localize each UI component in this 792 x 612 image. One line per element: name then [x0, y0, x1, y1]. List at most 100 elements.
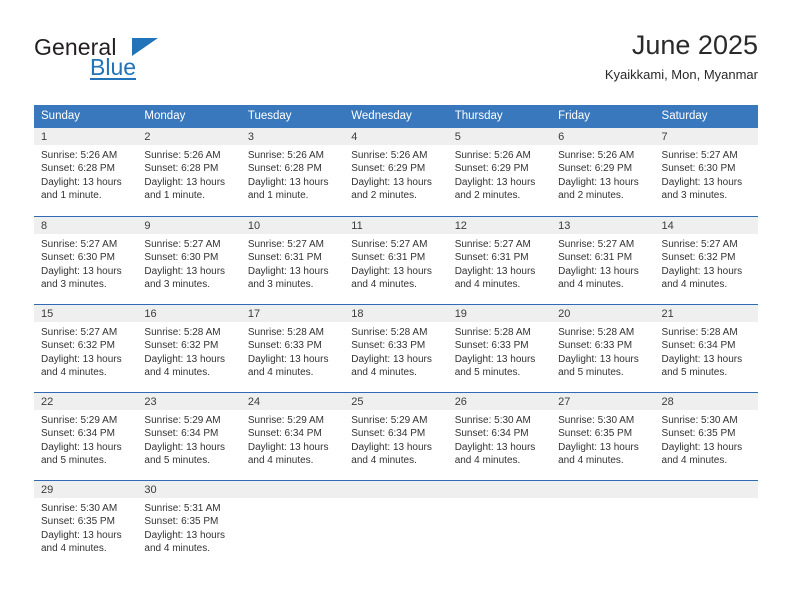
sunrise-text: Sunrise: 5:30 AM [661, 415, 738, 426]
calendar-day-cell-4[interactable]: 4 Sunrise: 5:26 AM Sunset: 6:29 PM Dayli… [344, 128, 448, 216]
sunset-text: Sunset: 6:35 PM [144, 516, 219, 528]
sunrise-text: Sunrise: 5:29 AM [247, 415, 324, 426]
calendar-day-cell-3[interactable]: 3 Sunrise: 5:26 AM Sunset: 6:28 PM Dayli… [240, 128, 345, 216]
calendar-day-cell-29[interactable]: 29 Sunrise: 5:30 AM Sunset: 6:35 PM Dayl… [34, 481, 138, 568]
calendar-day-cell-24[interactable]: 24 Sunrise: 5:29 AM Sunset: 6:34 PM Dayl… [240, 393, 345, 480]
sunset-text: Sunset: 6:35 PM [661, 428, 736, 440]
calendar-day-cell-19[interactable]: 19 Sunrise: 5:28 AM Sunset: 6:33 PM Dayl… [447, 305, 552, 392]
day-number: 25 [344, 393, 448, 410]
day-number: 9 [137, 217, 241, 234]
calendar-day-cell-17[interactable]: 17 Sunrise: 5:28 AM Sunset: 6:33 PM Dayl… [240, 305, 345, 392]
sunset-text: Sunset: 6:34 PM [351, 428, 426, 440]
calendar-day-cell-15[interactable]: 15 Sunrise: 5:27 AM Sunset: 6:32 PM Dayl… [34, 305, 138, 392]
calendar-day-cell-16[interactable]: 16 Sunrise: 5:28 AM Sunset: 6:32 PM Dayl… [137, 305, 241, 392]
day-details [551, 498, 654, 502]
day-number: 24 [240, 393, 345, 410]
day-number [551, 481, 655, 498]
daylight-text-line2: and 4 minutes. [351, 279, 417, 291]
sunrise-text: Sunrise: 5:26 AM [247, 150, 324, 161]
weekday-header-row: Sunday Monday Tuesday Wednesday Thursday… [34, 105, 758, 128]
daylight-text-line2: and 4 minutes. [41, 367, 107, 379]
daylight-text-line2: and 4 minutes. [558, 455, 624, 467]
calendar-day-cell-13[interactable]: 13 Sunrise: 5:27 AM Sunset: 6:31 PM Dayl… [551, 217, 655, 304]
daylight-text-line1: Daylight: 13 hours [351, 441, 432, 453]
daylight-text-line2: and 4 minutes. [454, 279, 521, 291]
calendar-day-cell-23[interactable]: 23 Sunrise: 5:29 AM Sunset: 6:34 PM Dayl… [137, 393, 241, 480]
day-number: 21 [654, 305, 758, 322]
calendar-day-cell-18[interactable]: 18 Sunrise: 5:28 AM Sunset: 6:33 PM Dayl… [344, 305, 448, 392]
day-number: 6 [551, 128, 655, 145]
day-number: 7 [654, 128, 758, 145]
calendar-day-cell-10[interactable]: 10 Sunrise: 5:27 AM Sunset: 6:31 PM Dayl… [240, 217, 345, 304]
day-details: Sunrise: 5:26 AM Sunset: 6:28 PM Dayligh… [34, 145, 137, 203]
day-number: 20 [551, 305, 655, 322]
daylight-text-line2: and 4 minutes. [247, 367, 314, 379]
sunrise-text: Sunrise: 5:29 AM [41, 415, 118, 426]
daylight-text-line1: Daylight: 13 hours [558, 265, 639, 277]
day-number: 19 [447, 305, 552, 322]
calendar-day-cell-7[interactable]: 7 Sunrise: 5:27 AM Sunset: 6:30 PM Dayli… [654, 128, 758, 216]
calendar-day-cell-20[interactable]: 20 Sunrise: 5:28 AM Sunset: 6:33 PM Dayl… [551, 305, 655, 392]
daylight-text-line2: and 4 minutes. [558, 279, 624, 291]
weekday-header-friday: Friday [558, 110, 591, 122]
calendar-day-cell-5[interactable]: 5 Sunrise: 5:26 AM Sunset: 6:29 PM Dayli… [447, 128, 552, 216]
sunrise-text: Sunrise: 5:26 AM [41, 150, 118, 161]
sunset-text: Sunset: 6:30 PM [144, 252, 219, 264]
day-number: 15 [34, 305, 138, 322]
day-details: Sunrise: 5:28 AM Sunset: 6:33 PM Dayligh… [551, 322, 654, 380]
daylight-text-line2: and 5 minutes. [558, 367, 624, 379]
calendar-day-cell-empty [344, 481, 448, 568]
daylight-text-line1: Daylight: 13 hours [41, 176, 122, 188]
day-details: Sunrise: 5:27 AM Sunset: 6:30 PM Dayligh… [655, 145, 758, 203]
day-number: 2 [137, 128, 241, 145]
calendar-day-cell-11[interactable]: 11 Sunrise: 5:27 AM Sunset: 6:31 PM Dayl… [344, 217, 448, 304]
day-number: 23 [137, 393, 241, 410]
calendar-day-cell-8[interactable]: 8 Sunrise: 5:27 AM Sunset: 6:30 PM Dayli… [34, 217, 138, 304]
calendar-day-cell-12[interactable]: 12 Sunrise: 5:27 AM Sunset: 6:31 PM Dayl… [447, 217, 552, 304]
day-details: Sunrise: 5:29 AM Sunset: 6:34 PM Dayligh… [34, 410, 137, 468]
daylight-text-line2: and 4 minutes. [351, 367, 417, 379]
daylight-text-line1: Daylight: 13 hours [41, 529, 122, 541]
calendar-day-cell-9[interactable]: 9 Sunrise: 5:27 AM Sunset: 6:30 PM Dayli… [137, 217, 241, 304]
calendar-week-row-2: 8 Sunrise: 5:27 AM Sunset: 6:30 PM Dayli… [34, 216, 758, 304]
sunset-text: Sunset: 6:34 PM [661, 340, 736, 352]
daylight-text-line1: Daylight: 13 hours [247, 265, 329, 277]
sunrise-text: Sunrise: 5:30 AM [41, 503, 118, 514]
calendar-day-cell-26[interactable]: 26 Sunrise: 5:30 AM Sunset: 6:34 PM Dayl… [447, 393, 552, 480]
day-details: Sunrise: 5:29 AM Sunset: 6:34 PM Dayligh… [241, 410, 344, 468]
sunset-text: Sunset: 6:34 PM [41, 428, 115, 440]
day-details: Sunrise: 5:28 AM Sunset: 6:34 PM Dayligh… [655, 322, 758, 380]
daylight-text-line1: Daylight: 13 hours [558, 441, 639, 453]
daylight-text-line2: and 3 minutes. [247, 279, 314, 291]
brand-word-blue: Blue [90, 54, 137, 80]
sunrise-text: Sunrise: 5:30 AM [558, 415, 635, 426]
daylight-text-line1: Daylight: 13 hours [144, 176, 226, 188]
calendar-day-cell-25[interactable]: 25 Sunrise: 5:29 AM Sunset: 6:34 PM Dayl… [344, 393, 448, 480]
day-details: Sunrise: 5:26 AM Sunset: 6:29 PM Dayligh… [344, 145, 447, 203]
day-details: Sunrise: 5:31 AM Sunset: 6:35 PM Dayligh… [137, 498, 240, 556]
day-details: Sunrise: 5:30 AM Sunset: 6:35 PM Dayligh… [551, 410, 654, 468]
calendar-day-cell-28[interactable]: 28 Sunrise: 5:30 AM Sunset: 6:35 PM Dayl… [654, 393, 758, 480]
day-details: Sunrise: 5:28 AM Sunset: 6:33 PM Dayligh… [241, 322, 344, 380]
weekday-header-wednesday: Wednesday [351, 110, 412, 122]
day-details: Sunrise: 5:30 AM Sunset: 6:34 PM Dayligh… [448, 410, 551, 468]
calendar-day-cell-30[interactable]: 30 Sunrise: 5:31 AM Sunset: 6:35 PM Dayl… [137, 481, 241, 568]
sunset-text: Sunset: 6:30 PM [661, 163, 736, 175]
calendar-day-cell-empty [447, 481, 552, 568]
sunset-text: Sunset: 6:29 PM [454, 163, 529, 175]
calendar-day-cell-2[interactable]: 2 Sunrise: 5:26 AM Sunset: 6:28 PM Dayli… [137, 128, 241, 216]
calendar-day-cell-14[interactable]: 14 Sunrise: 5:27 AM Sunset: 6:32 PM Dayl… [654, 217, 758, 304]
title-block: June 2025 Kyaikkami, Mon, Myanmar [605, 28, 758, 85]
calendar-day-cell-27[interactable]: 27 Sunrise: 5:30 AM Sunset: 6:35 PM Dayl… [551, 393, 655, 480]
daylight-text-line2: and 1 minute. [247, 190, 309, 202]
calendar-day-cell-21[interactable]: 21 Sunrise: 5:28 AM Sunset: 6:34 PM Dayl… [654, 305, 758, 392]
calendar-day-cell-22[interactable]: 22 Sunrise: 5:29 AM Sunset: 6:34 PM Dayl… [34, 393, 138, 480]
general-blue-logo[interactable]: General Blue [34, 28, 234, 88]
day-number: 26 [447, 393, 552, 410]
daylight-text-line1: Daylight: 13 hours [144, 265, 226, 277]
calendar-day-cell-1[interactable]: 1 Sunrise: 5:26 AM Sunset: 6:28 PM Dayli… [34, 128, 138, 216]
sunset-text: Sunset: 6:34 PM [454, 428, 529, 440]
daylight-text-line1: Daylight: 13 hours [41, 353, 122, 365]
daylight-text-line2: and 3 minutes. [41, 279, 107, 291]
calendar-day-cell-6[interactable]: 6 Sunrise: 5:26 AM Sunset: 6:29 PM Dayli… [551, 128, 655, 216]
